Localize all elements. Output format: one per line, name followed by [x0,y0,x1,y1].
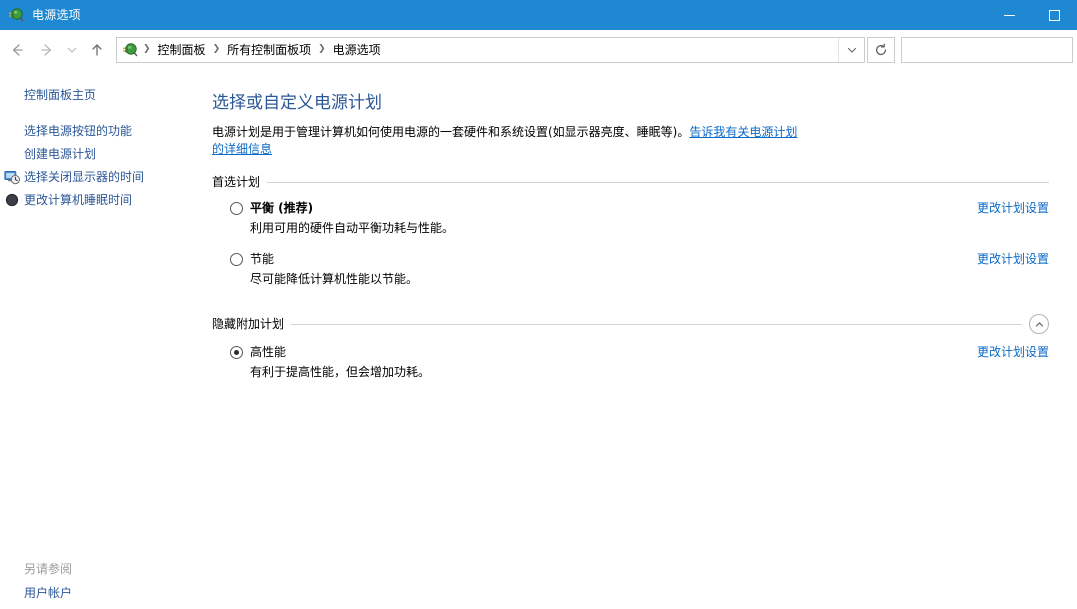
window-controls [987,0,1077,30]
plan-row-power-saver[interactable]: 节能 尽可能降低计算机性能以节能。 更改计划设置 [212,251,1049,288]
breadcrumb-separator: ❯ [142,45,152,54]
plan-description: 尽可能降低计算机性能以节能。 [230,271,961,288]
chevron-down-icon [66,44,78,56]
plan-info: 节能 尽可能降低计算机性能以节能。 [230,251,961,288]
additional-plans-group: 隐藏附加计划 高性能 有利于提高性能，但会增加功耗。 更改计划设置 [212,314,1049,381]
intro-paragraph: 电源计划是用于管理计算机如何使用电源的一套硬件和系统设置(如显示器亮度、睡眠等)… [212,124,802,158]
sidebar-item-label: 更改计算机睡眠时间 [24,192,132,209]
breadcrumb-item-control-panel[interactable]: 控制面板 [152,39,212,60]
sidebar: 控制面板主页 选择电源按钮的功能 创建电源计划 选择关闭显示器的时间 [0,70,206,609]
back-arrow-icon [9,42,25,58]
minimize-icon [1004,10,1015,21]
radio-power-saver[interactable] [230,253,243,266]
workspace: 控制面板主页 选择电源按钮的功能 创建电源计划 选择关闭显示器的时间 [0,70,1077,609]
plan-description: 有利于提高性能，但会增加功耗。 [230,364,961,381]
chevron-down-icon [846,44,858,56]
sidebar-item-change-sleep-time[interactable]: 更改计算机睡眠时间 [0,189,206,212]
plan-info: 高性能 有利于提高性能，但会增加功耗。 [230,344,961,381]
plan-description: 利用可用的硬件自动平衡功耗与性能。 [230,220,961,237]
search-input[interactable] [902,38,1072,62]
sidebar-item-label: 用户帐户 [24,585,72,602]
up-button[interactable] [82,35,112,65]
page-title: 选择或自定义电源计划 [212,92,1049,114]
plan-name: 平衡 (推荐) [250,200,313,217]
search-box[interactable] [901,37,1073,63]
window-title: 电源选项 [32,0,987,30]
intro-text: 电源计划是用于管理计算机如何使用电源的一套硬件和系统设置(如显示器亮度、睡眠等)… [212,125,689,139]
sidebar-item-choose-power-button[interactable]: 选择电源按钮的功能 [0,120,206,143]
plan-name: 节能 [250,251,274,268]
maximize-icon [1049,10,1060,21]
monitor-clock-icon [4,169,20,185]
see-also-section: 另请参阅 用户帐户 [0,558,206,609]
chevron-up-icon [1034,319,1045,330]
group-header: 隐藏附加计划 [212,314,1049,334]
sidebar-item-choose-display-off-time[interactable]: 选择关闭显示器的时间 [0,166,206,189]
breadcrumb: ❯ 控制面板 ❯ 所有控制面板项 ❯ 电源选项 [142,39,838,60]
forward-button[interactable] [32,35,62,65]
power-plug-icon [8,7,24,23]
title-bar: 电源选项 [0,0,1077,30]
sidebar-item-user-accounts[interactable]: 用户帐户 [0,582,206,605]
sidebar-item-label: 选择关闭显示器的时间 [24,169,144,186]
change-plan-settings-link-balanced[interactable]: 更改计划设置 [977,200,1049,217]
plan-header: 节能 [230,251,961,268]
breadcrumb-item-all-items[interactable]: 所有控制面板项 [221,39,317,60]
plan-row-high-performance[interactable]: 高性能 有利于提高性能，但会增加功耗。 更改计划设置 [212,344,1049,381]
breadcrumb-separator: ❯ [317,45,327,54]
group-header: 首选计划 [212,174,1049,190]
maximize-button[interactable] [1032,0,1077,30]
plan-info: 平衡 (推荐) 利用可用的硬件自动平衡功耗与性能。 [230,200,961,237]
main-content: 选择或自定义电源计划 电源计划是用于管理计算机如何使用电源的一套硬件和系统设置(… [206,70,1077,609]
section-spacer [212,302,1049,314]
plan-row-balanced[interactable]: 平衡 (推荐) 利用可用的硬件自动平衡功耗与性能。 更改计划设置 [212,200,1049,237]
group-label: 首选计划 [212,174,260,190]
group-label: 隐藏附加计划 [212,316,284,332]
preferred-plans-group: 首选计划 平衡 (推荐) 利用可用的硬件自动平衡功耗与性能。 更改计划设置 [212,174,1049,288]
forward-arrow-icon [39,42,55,58]
change-plan-settings-link-power-saver[interactable]: 更改计划设置 [977,251,1049,268]
sidebar-item-label: 选择电源按钮的功能 [24,123,132,140]
radio-high-performance[interactable] [230,346,243,359]
plan-header: 平衡 (推荐) [230,200,961,217]
breadcrumb-bar[interactable]: ❯ 控制面板 ❯ 所有控制面板项 ❯ 电源选项 [116,37,865,63]
power-plug-icon [122,42,138,58]
sidebar-item-label: 创建电源计划 [24,146,96,163]
address-dropdown-button[interactable] [838,38,864,62]
refresh-button[interactable] [867,37,895,63]
plan-header: 高性能 [230,344,961,361]
radio-balanced[interactable] [230,202,243,215]
refresh-icon [874,43,888,57]
change-plan-settings-link-high-performance[interactable]: 更改计划设置 [977,344,1049,361]
collapse-additional-plans-button[interactable] [1029,314,1049,334]
recent-locations-button[interactable] [62,35,82,65]
sidebar-item-label: 控制面板主页 [24,87,96,104]
group-divider [267,182,1049,183]
moon-sleep-icon [4,192,20,208]
group-divider [291,324,1022,325]
sidebar-item-create-power-plan[interactable]: 创建电源计划 [0,143,206,166]
breadcrumb-separator: ❯ [212,45,222,54]
breadcrumb-item-power-options[interactable]: 电源选项 [327,39,387,60]
plan-name: 高性能 [250,344,286,361]
up-arrow-icon [89,42,105,58]
sidebar-item-control-panel-home[interactable]: 控制面板主页 [0,84,206,107]
minimize-button[interactable] [987,0,1032,30]
address-bar: ❯ 控制面板 ❯ 所有控制面板项 ❯ 电源选项 [0,30,1077,70]
see-also-title: 另请参阅 [0,558,206,582]
back-button[interactable] [2,35,32,65]
